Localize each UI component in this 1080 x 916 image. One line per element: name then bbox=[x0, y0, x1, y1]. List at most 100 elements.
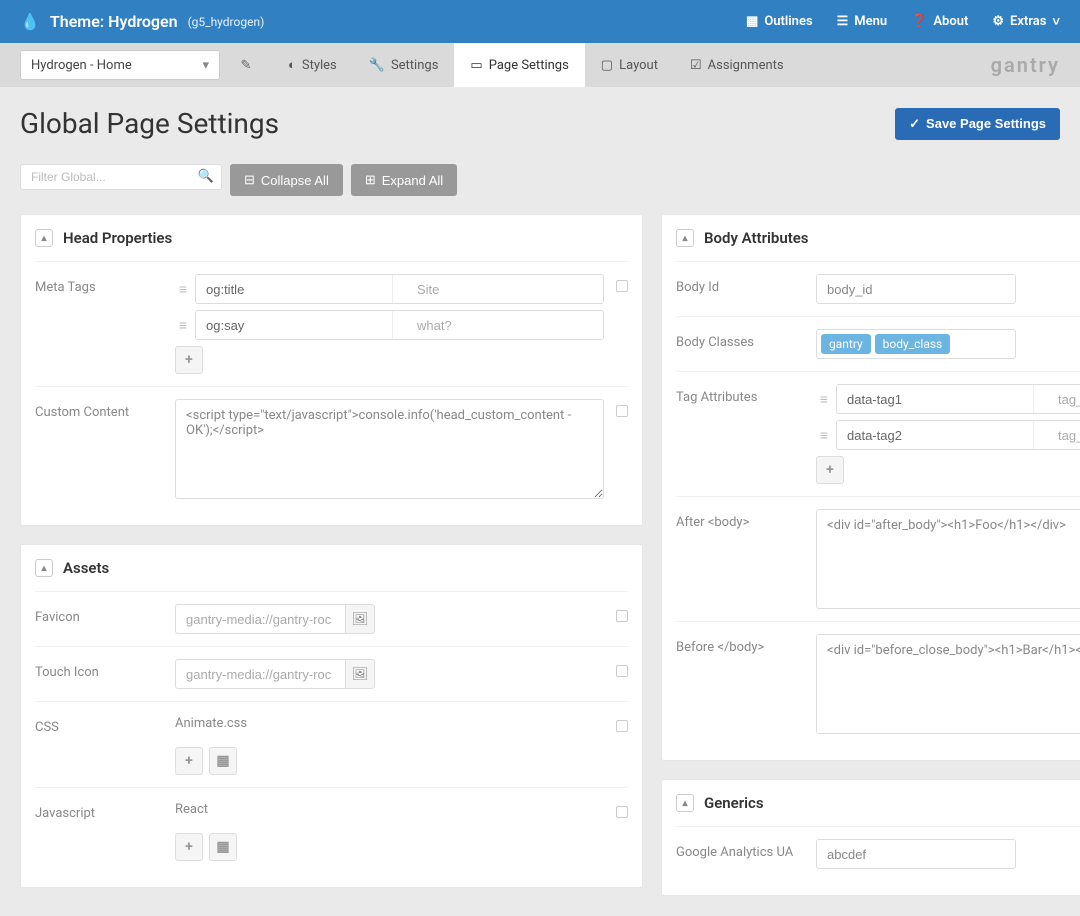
body-attributes-title: Body Attributes bbox=[704, 229, 809, 247]
media-input: 🖼 bbox=[175, 659, 375, 689]
image-icon: 🖼 bbox=[352, 612, 369, 627]
touch-icon-input[interactable] bbox=[175, 659, 345, 689]
layout-icon: ▢ bbox=[601, 58, 613, 73]
wrench-icon: 🔧 bbox=[369, 58, 385, 73]
grid-icon: ▦ bbox=[746, 14, 758, 29]
add-css-button[interactable]: + bbox=[175, 747, 203, 775]
drag-handle-icon[interactable]: ≡ bbox=[816, 391, 832, 408]
field-label: Tag Attributes bbox=[676, 384, 816, 484]
override-checkbox[interactable] bbox=[616, 720, 628, 732]
field-label: Google Analytics UA bbox=[676, 839, 816, 869]
adjust-icon: ◐ bbox=[288, 57, 296, 73]
theme-title: Theme: Hydrogen bbox=[50, 12, 178, 31]
override-checkbox[interactable] bbox=[616, 806, 628, 818]
css-item[interactable]: Animate.css bbox=[175, 714, 604, 731]
tab-assignments-label: Assignments bbox=[708, 58, 784, 73]
meta-key-input[interactable] bbox=[196, 275, 392, 303]
expand-all-button[interactable]: ⊞Expand All bbox=[351, 164, 457, 196]
tab-layout[interactable]: ▢Layout bbox=[585, 43, 674, 87]
body-classes-input[interactable]: gantry body_class bbox=[816, 329, 1016, 359]
js-item[interactable]: React bbox=[175, 800, 604, 817]
collapse-toggle[interactable]: ▴ bbox=[676, 229, 694, 247]
expand-all-label: Expand All bbox=[382, 173, 443, 188]
chevron-down-icon: ˅ bbox=[1052, 14, 1060, 30]
field-body: React + ▦ bbox=[175, 800, 604, 861]
before-body-textarea[interactable] bbox=[816, 634, 1080, 734]
collapse-toggle[interactable]: ▴ bbox=[35, 559, 53, 577]
kv-row: ≡ ➤ bbox=[816, 420, 1080, 450]
override-checkbox[interactable] bbox=[616, 280, 628, 292]
tab-styles-label: Styles bbox=[302, 58, 337, 73]
custom-content-row: Custom Content bbox=[35, 386, 628, 511]
override-checkbox[interactable] bbox=[616, 665, 628, 677]
nav-tabs: ◐ Styles 🔧Settings ▭Page Settings ▢Layout… bbox=[272, 43, 800, 87]
tag-value-input[interactable] bbox=[1034, 421, 1080, 449]
edit-outline-button[interactable]: ✎ bbox=[232, 51, 260, 79]
grid-css-button[interactable]: ▦ bbox=[209, 747, 237, 775]
custom-content-textarea[interactable] bbox=[175, 399, 604, 499]
search-icon[interactable]: 🔍 bbox=[198, 169, 214, 184]
page-header: Global Page Settings ✓Save Page Settings bbox=[20, 107, 1060, 140]
field-body bbox=[175, 399, 604, 499]
right-column: ▴ Body Attributes Body Id Body Classes g… bbox=[661, 214, 1080, 896]
add-tag-button[interactable]: + bbox=[816, 456, 844, 484]
override-checkbox[interactable] bbox=[616, 610, 628, 622]
after-body-row: After <body> bbox=[676, 496, 1080, 621]
page-title: Global Page Settings bbox=[20, 107, 279, 140]
meta-tags-row: Meta Tags ≡ ➤ ≡ bbox=[35, 261, 628, 386]
tab-assignments[interactable]: ☑Assignments bbox=[674, 43, 800, 87]
override-checkbox[interactable] bbox=[616, 405, 628, 417]
meta-value-input[interactable] bbox=[393, 275, 603, 303]
left-column: ▴ Head Properties Meta Tags ≡ ➤ bbox=[20, 214, 643, 896]
image-icon: 🖼 bbox=[352, 667, 369, 682]
nav-outlines[interactable]: ▦Outlines bbox=[746, 14, 813, 29]
tag-value-input[interactable] bbox=[1034, 385, 1080, 413]
tab-settings[interactable]: 🔧Settings bbox=[353, 43, 455, 87]
drag-handle-icon[interactable]: ≡ bbox=[175, 317, 191, 334]
after-body-textarea[interactable] bbox=[816, 509, 1080, 609]
nav-extras[interactable]: ⚙Extras˅ bbox=[992, 14, 1060, 30]
media-picker-button[interactable]: 🖼 bbox=[345, 604, 375, 634]
tag[interactable]: body_class bbox=[875, 334, 951, 354]
navbar-left: Hydrogen - Home ▾ ✎ ◐ Styles 🔧Settings ▭P… bbox=[20, 43, 800, 87]
page-icon: ▭ bbox=[470, 58, 482, 73]
grid-js-button[interactable]: ▦ bbox=[209, 833, 237, 861]
add-meta-button[interactable]: + bbox=[175, 346, 203, 374]
body-id-input[interactable] bbox=[816, 274, 1016, 304]
question-icon: ❓ bbox=[911, 14, 927, 29]
favicon-input[interactable] bbox=[175, 604, 345, 634]
field-body: Animate.css + ▦ bbox=[175, 714, 604, 775]
meta-value-input[interactable] bbox=[393, 311, 603, 339]
filter-input[interactable] bbox=[20, 164, 222, 190]
favicon-row: Favicon 🖼 bbox=[35, 591, 628, 646]
drag-handle-icon[interactable]: ≡ bbox=[816, 427, 832, 444]
field-label: Favicon bbox=[35, 604, 175, 634]
field-label: Meta Tags bbox=[35, 274, 175, 374]
nav-menu[interactable]: ☰Menu bbox=[837, 14, 888, 29]
kv-row: ≡ ➤ bbox=[175, 274, 604, 304]
field-label: Body Classes bbox=[676, 329, 816, 359]
outline-select[interactable]: Hydrogen - Home ▾ bbox=[20, 50, 220, 80]
drag-handle-icon[interactable]: ≡ bbox=[175, 281, 191, 298]
meta-key-input[interactable] bbox=[196, 311, 392, 339]
ga-input[interactable] bbox=[816, 839, 1016, 869]
collapse-all-button[interactable]: ⊟Collapse All bbox=[230, 164, 343, 196]
tag-key-input[interactable] bbox=[837, 385, 1033, 413]
tag[interactable]: gantry bbox=[821, 334, 871, 354]
head-properties-card: ▴ Head Properties Meta Tags ≡ ➤ bbox=[20, 214, 643, 526]
collapse-toggle[interactable]: ▴ bbox=[676, 794, 694, 812]
save-button[interactable]: ✓Save Page Settings bbox=[895, 108, 1060, 140]
add-js-button[interactable]: + bbox=[175, 833, 203, 861]
tag-key-input[interactable] bbox=[837, 421, 1033, 449]
collapse-toggle[interactable]: ▴ bbox=[35, 229, 53, 247]
tab-styles[interactable]: ◐ Styles bbox=[272, 43, 353, 87]
nav-about[interactable]: ❓ About bbox=[911, 14, 968, 29]
kv-row: ≡ ➤ bbox=[175, 310, 604, 340]
card-title: ▴ Generics bbox=[676, 794, 1080, 812]
tab-page-settings[interactable]: ▭Page Settings bbox=[454, 43, 584, 87]
head-properties-title: Head Properties bbox=[63, 229, 172, 247]
field-label: Custom Content bbox=[35, 399, 175, 499]
media-picker-button[interactable]: 🖼 bbox=[345, 659, 375, 689]
nav-about-label: About bbox=[933, 14, 968, 29]
outline-select-value: Hydrogen - Home bbox=[31, 58, 132, 73]
